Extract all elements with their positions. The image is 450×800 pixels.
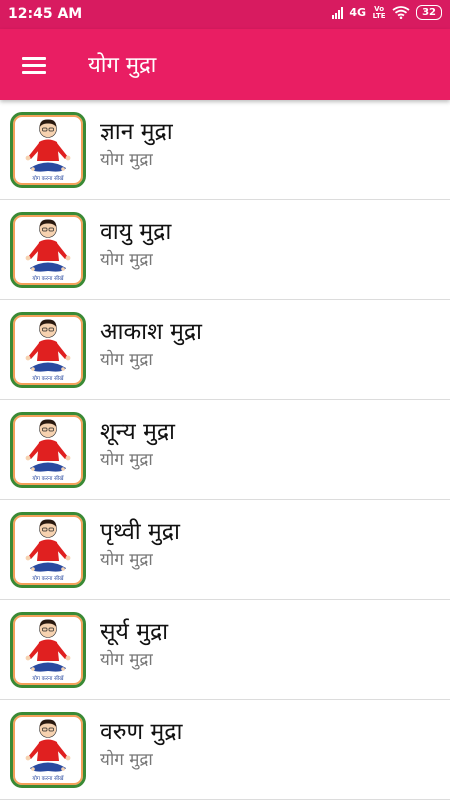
yoga-figure-icon: योग करना सीखें	[10, 312, 86, 388]
badge-text: योग करना सीखें	[32, 175, 64, 182]
yoga-figure-icon: योग करना सीखें	[10, 712, 86, 788]
status-icons: 4G Vo LTE 32	[332, 5, 442, 20]
yoga-figure-icon: योग करना सीखें	[10, 112, 86, 188]
item-subtitle: योग मुद्रा	[100, 650, 153, 670]
item-subtitle: योग मुद्रा	[100, 550, 153, 570]
badge-text: योग करना सीखें	[32, 475, 64, 482]
item-title: वायु मुद्रा	[100, 219, 172, 245]
page-title: योग मुद्रा	[88, 53, 157, 78]
list-item[interactable]: योग करना सीखें आकाश मुद्रा योग मुद्रा	[0, 300, 450, 400]
app-bar: योग मुद्रा	[0, 29, 450, 100]
item-subtitle: योग मुद्रा	[100, 450, 153, 470]
item-title: सूर्य मुद्रा	[100, 619, 169, 645]
item-title: ज्ञान मुद्रा	[100, 119, 173, 145]
list-item[interactable]: योग करना सीखें पृथ्वी मुद्रा योग मुद्रा	[0, 500, 450, 600]
wifi-icon	[392, 6, 410, 19]
yoga-figure-icon: योग करना सीखें	[10, 412, 86, 488]
battery-icon: 32	[416, 5, 442, 20]
item-subtitle: योग मुद्रा	[100, 350, 153, 370]
list-item[interactable]: योग करना सीखें वरुण मुद्रा योग मुद्रा	[0, 700, 450, 800]
mudra-list: योग करना सीखें ज्ञान मुद्रा योग मुद्रा य…	[0, 100, 450, 800]
hamburger-menu-icon[interactable]	[22, 55, 48, 75]
badge-text: योग करना सीखें	[32, 275, 64, 282]
badge-text: योग करना सीखें	[32, 675, 64, 682]
yoga-figure-icon: योग करना सीखें	[10, 212, 86, 288]
yoga-figure-icon: योग करना सीखें	[10, 612, 86, 688]
item-title: शून्य मुद्रा	[100, 419, 176, 445]
status-bar: 12:45 AM 4G Vo LTE 32	[0, 0, 450, 29]
list-item[interactable]: योग करना सीखें सूर्य मुद्रा योग मुद्रा	[0, 600, 450, 700]
item-title: आकाश मुद्रा	[100, 319, 203, 345]
badge-text: योग करना सीखें	[32, 375, 64, 382]
yoga-figure-icon: योग करना सीखें	[10, 512, 86, 588]
list-item[interactable]: योग करना सीखें ज्ञान मुद्रा योग मुद्रा	[0, 100, 450, 200]
item-subtitle: योग मुद्रा	[100, 750, 153, 770]
network-type: 4G	[349, 6, 367, 19]
badge-text: योग करना सीखें	[32, 575, 64, 582]
volte-icon: Vo LTE	[372, 4, 386, 20]
badge-text: योग करना सीखें	[32, 775, 64, 782]
list-item[interactable]: योग करना सीखें शून्य मुद्रा योग मुद्रा	[0, 400, 450, 500]
item-subtitle: योग मुद्रा	[100, 250, 153, 270]
list-item[interactable]: योग करना सीखें वायु मुद्रा योग मुद्रा	[0, 200, 450, 300]
status-time: 12:45 AM	[8, 6, 83, 22]
item-subtitle: योग मुद्रा	[100, 150, 153, 170]
item-title: पृथ्वी मुद्रा	[100, 519, 180, 545]
signal-icon	[332, 6, 344, 19]
item-title: वरुण मुद्रा	[100, 719, 183, 745]
